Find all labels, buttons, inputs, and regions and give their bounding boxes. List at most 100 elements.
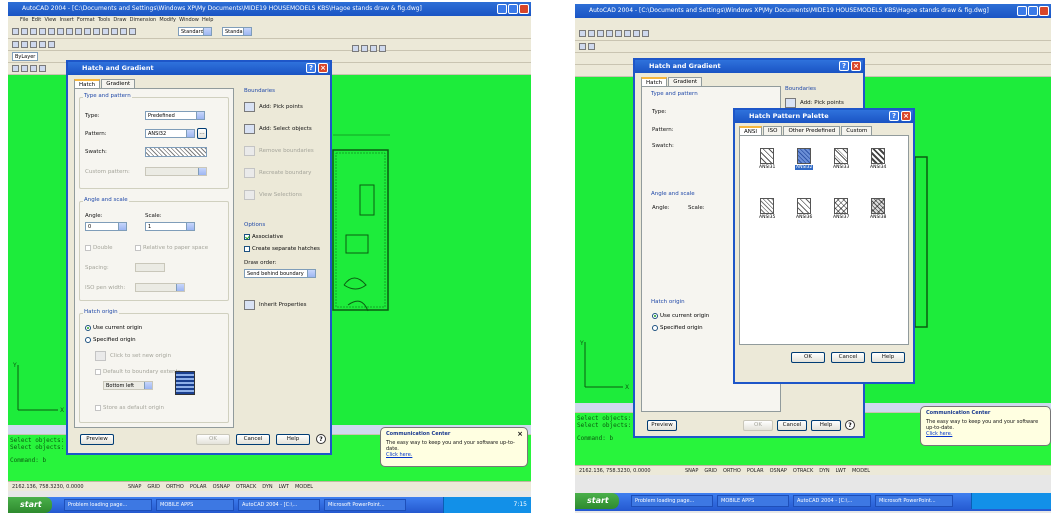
close-button[interactable] [519, 4, 529, 14]
task-autocad[interactable]: AutoCAD 2004 - [C:\... [793, 495, 871, 507]
minimize-button[interactable] [497, 4, 507, 14]
maximize-button[interactable] [1028, 6, 1038, 16]
cancel-button[interactable]: Cancel [777, 420, 807, 431]
designcenter-icon[interactable] [120, 28, 127, 35]
status-ortho[interactable]: ORTHO [723, 468, 741, 474]
draw-order-select[interactable]: Send behind boundary [244, 269, 316, 278]
new-icon[interactable] [579, 30, 586, 37]
close-icon[interactable]: × [318, 63, 328, 73]
pattern-ansi34[interactable]: ANSI34 [869, 148, 887, 170]
menu-file[interactable]: File [20, 17, 28, 23]
help-icon[interactable]: ? [889, 111, 899, 121]
help-button[interactable]: Help [811, 420, 841, 431]
origin-position-select[interactable]: Bottom left [103, 381, 153, 390]
zoom-realtime-icon[interactable] [352, 44, 359, 52]
specified-origin-radio[interactable]: Specified origin [652, 325, 703, 331]
use-current-origin-radio[interactable]: Use current origin [85, 325, 142, 331]
pattern-select[interactable]: ANSI32 [145, 129, 195, 138]
preview-button[interactable]: Preview [647, 420, 677, 431]
start-button[interactable]: start [8, 497, 52, 513]
type-select[interactable]: Predefined [145, 111, 205, 120]
spacing-input[interactable] [135, 263, 165, 272]
menu-window[interactable]: Window [179, 17, 199, 23]
status-osnap[interactable]: OSNAP [770, 468, 787, 474]
paste-icon[interactable] [66, 28, 73, 35]
specified-origin-radio[interactable]: Specified origin [85, 337, 136, 343]
inherit-properties-button[interactable]: Inherit Properties [244, 300, 306, 310]
status-dyn[interactable]: DYN [262, 484, 272, 490]
zoom-window-icon[interactable] [361, 44, 368, 52]
status-polar[interactable]: POLAR [190, 484, 207, 490]
task-mobile-apps[interactable]: MOBILE APPS [717, 495, 789, 507]
close-button[interactable] [1039, 6, 1049, 16]
arc-icon[interactable] [588, 43, 595, 50]
status-snap[interactable]: SNAP [685, 468, 698, 474]
start-button[interactable]: start [575, 493, 619, 509]
preview-button[interactable]: Preview [80, 434, 114, 445]
pattern-ansi31[interactable]: ANSI31 [758, 148, 776, 170]
task-firefox[interactable]: Problem loading page... [631, 495, 713, 507]
status-snap[interactable]: SNAP [128, 484, 141, 490]
line-icon[interactable] [579, 43, 586, 50]
add-pick-points-button[interactable]: Add: Pick points [785, 98, 844, 108]
scale-select[interactable]: 1 [145, 222, 195, 231]
add-pick-points-button[interactable]: Add: Pick points [244, 102, 303, 112]
undo-icon[interactable] [642, 30, 649, 37]
click-set-origin-button[interactable]: Click to set new origin [95, 351, 171, 361]
menu-dimension[interactable]: Dimension [130, 17, 157, 23]
zoom-previous-icon[interactable] [370, 44, 377, 52]
status-lwt[interactable]: LWT [279, 484, 289, 490]
separate-hatches-checkbox[interactable]: Create separate hatches [244, 246, 320, 252]
add-select-objects-button[interactable]: Add: Select objects [244, 124, 312, 134]
pattern-ansi36[interactable]: ANSI36 [795, 198, 813, 220]
line-icon[interactable] [12, 41, 19, 48]
polyline-icon[interactable] [21, 41, 28, 48]
recreate-boundary-button[interactable]: Recreate boundary [244, 168, 311, 178]
undo-icon[interactable] [75, 28, 82, 35]
open-icon[interactable] [588, 30, 595, 37]
view-selections-button[interactable]: View Selections [244, 190, 302, 200]
task-autocad[interactable]: AutoCAD 2004 - [C:\... [238, 499, 320, 511]
rectangle-icon[interactable] [48, 41, 55, 48]
close-icon[interactable]: × [901, 111, 911, 121]
cancel-button[interactable]: Cancel [236, 434, 270, 445]
rotate-icon[interactable] [30, 65, 37, 72]
relative-paper-checkbox[interactable]: Relative to paper space [135, 245, 208, 251]
menu-help[interactable]: Help [202, 17, 213, 23]
pattern-ansi32[interactable]: ANSI32 [795, 148, 814, 170]
text-style-combo[interactable]: Standard [178, 27, 212, 36]
default-extents-checkbox[interactable]: Default to boundary extents [95, 369, 181, 375]
status-polar[interactable]: POLAR [747, 468, 764, 474]
pattern-ansi35[interactable]: ANSI35 [758, 198, 776, 220]
task-firefox[interactable]: Problem loading page... [64, 499, 152, 511]
layer-combo[interactable]: ByLayer [12, 52, 38, 61]
associative-checkbox[interactable]: Associative [244, 234, 283, 240]
paste-icon[interactable] [633, 30, 640, 37]
pattern-browse-button[interactable]: … [197, 128, 207, 139]
erase-icon[interactable] [12, 65, 19, 72]
status-dyn[interactable]: DYN [819, 468, 829, 474]
menu-modify[interactable]: Modify [159, 17, 176, 23]
menu-format[interactable]: Format [77, 17, 95, 23]
custom-pattern-select[interactable] [145, 167, 207, 176]
pattern-ansi37[interactable]: ANSI37 [832, 198, 850, 220]
new-icon[interactable] [12, 28, 19, 35]
more-options-button[interactable]: ? [316, 434, 326, 444]
cut-icon[interactable] [615, 30, 622, 37]
pattern-ansi38[interactable]: ANSI38 [869, 198, 887, 220]
double-checkbox[interactable]: Double [85, 245, 113, 251]
copy-icon[interactable] [624, 30, 631, 37]
pattern-swatch[interactable] [145, 147, 207, 157]
status-osnap[interactable]: OSNAP [213, 484, 230, 490]
ok-button[interactable]: OK [196, 434, 230, 445]
ok-button[interactable]: OK [743, 420, 773, 431]
maximize-button[interactable] [508, 4, 518, 14]
ok-button[interactable]: OK [791, 352, 825, 363]
toolpalette-icon[interactable] [129, 28, 136, 35]
minimize-button[interactable] [1017, 6, 1027, 16]
zoom-extents-icon[interactable] [379, 44, 386, 52]
remove-boundaries-button[interactable]: Remove boundaries [244, 146, 314, 156]
use-current-origin-radio[interactable]: Use current origin [652, 313, 709, 319]
move-icon[interactable] [21, 65, 28, 72]
communication-center-balloon[interactable]: Communication Center The easy way to kee… [920, 406, 1051, 446]
